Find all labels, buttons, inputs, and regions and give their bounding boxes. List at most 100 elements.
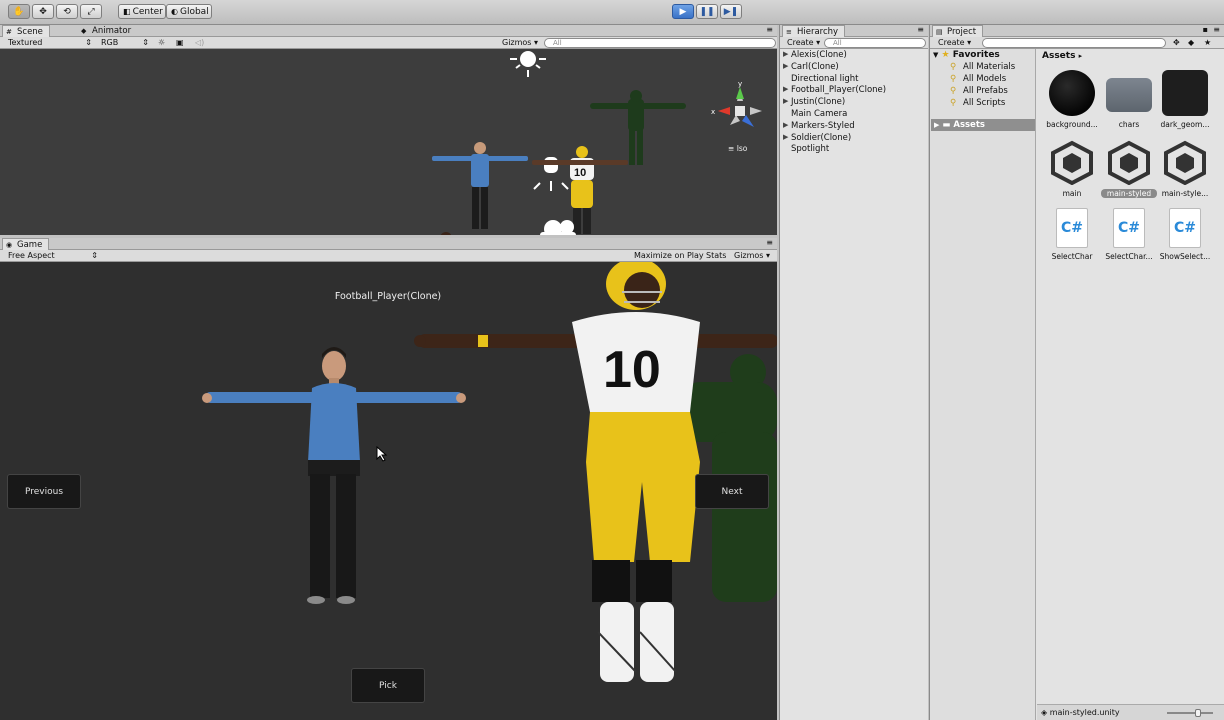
project-tabbar: ▤ Project ▪ ≡ — [930, 25, 1224, 38]
lighting-toggle-icon[interactable]: ☼ — [158, 38, 165, 48]
favorite-item[interactable]: ⚲ All Scripts — [950, 98, 1005, 108]
game-viewport[interactable]: 10 Football_Player(Clone) Previous Next … — [0, 262, 777, 720]
previous-button[interactable]: Previous — [7, 474, 81, 509]
filter-type-icon[interactable]: ✥ — [1173, 38, 1180, 48]
star-icon[interactable]: ★ — [1204, 38, 1211, 48]
expand-arrow-icon[interactable]: ▶ — [783, 85, 788, 93]
expand-arrow-icon[interactable]: ▶ — [783, 97, 788, 105]
status-file-label: ◈ main-styled.unity — [1041, 708, 1120, 717]
next-button[interactable]: Next — [695, 474, 769, 509]
hierarchy-item[interactable]: Main Camera — [791, 109, 847, 119]
panel-menu-icon[interactable]: ≡ — [917, 25, 924, 34]
rotate-icon: ⟲ — [63, 6, 71, 17]
globe-icon: ◐ — [171, 7, 178, 16]
assets-folder-item[interactable]: ▶ ▬ Assets — [931, 119, 1035, 131]
asset-item[interactable]: C# ShowSelect... — [1157, 208, 1213, 261]
game-view-render: 10 — [202, 262, 777, 682]
asset-item[interactable]: main — [1044, 139, 1100, 198]
iso-label[interactable]: ≡ Iso — [728, 144, 747, 153]
project-search-input[interactable] — [982, 38, 1166, 48]
step-button[interactable]: ▶❚ — [720, 4, 742, 19]
hierarchy-item[interactable]: Spotlight — [791, 144, 829, 154]
pause-icon: ❚❚ — [699, 6, 715, 17]
hierarchy-item[interactable]: Markers-Styled — [791, 121, 855, 131]
slider-thumb[interactable] — [1195, 709, 1201, 717]
hierarchy-create-dropdown[interactable]: Create ▾ — [787, 38, 820, 48]
search-icon: ⚲ — [950, 86, 957, 96]
star-icon: ★ — [941, 50, 950, 60]
favorite-item[interactable]: ⚲ All Materials — [950, 62, 1015, 72]
hand-icon: ✋ — [13, 6, 25, 17]
color-mode-dropdown[interactable]: RGB ⇕ — [101, 38, 149, 48]
hierarchy-tabbar: ≡ Hierarchy ≡ — [780, 25, 928, 38]
scene-search-input[interactable]: All — [544, 38, 776, 48]
folder-icon: ▬ — [942, 120, 951, 130]
panel-menu-icon[interactable]: ≡ — [1213, 25, 1220, 34]
pick-button[interactable]: Pick — [351, 668, 425, 703]
asset-item[interactable]: main-styled — [1101, 139, 1157, 198]
play-button[interactable]: ▶ — [672, 4, 694, 19]
pause-button[interactable]: ❚❚ — [696, 4, 718, 19]
scene-gizmos-dropdown[interactable]: Gizmos ▾ — [502, 38, 538, 48]
expand-arrow-icon[interactable]: ▶ — [783, 133, 788, 141]
audio-toggle-icon[interactable]: ◁) — [195, 38, 204, 48]
hierarchy-item[interactable]: Directional light — [791, 74, 859, 84]
scene-controlbar: Textured ⇕ RGB ⇕ ☼ ▣ ◁) Gizmos ▾ All — [0, 37, 777, 49]
rotate-tool-button[interactable]: ⟲ — [56, 4, 78, 19]
material-icon — [1162, 70, 1208, 116]
panel-menu-icon[interactable]: ≡ — [766, 238, 773, 247]
hierarchy-item[interactable]: Justin(Clone) — [791, 97, 845, 107]
thumbnail-size-slider[interactable] — [1167, 709, 1213, 717]
asset-item[interactable]: dark_geom... — [1157, 70, 1213, 129]
image-toggle-icon[interactable]: ▣ — [176, 38, 184, 48]
unity-scene-icon — [1049, 139, 1095, 186]
alexis-figure — [440, 232, 452, 235]
asset-item[interactable]: C# SelectChar — [1044, 208, 1100, 261]
camera-gizmo — [540, 220, 576, 235]
svg-text:10: 10 — [574, 167, 586, 179]
expand-arrow-icon[interactable]: ▶ — [783, 121, 788, 129]
iso-icon: ≡ — [728, 144, 735, 153]
asset-item[interactable]: background... — [1044, 70, 1100, 129]
project-controlbar: Create ▾ ✥ ◆ ★ — [930, 37, 1224, 49]
favorite-item[interactable]: ⚲ All Models — [950, 74, 1006, 84]
game-tabbar: ◉ Game ≡ — [0, 238, 777, 251]
svg-text:x: x — [711, 108, 715, 116]
filter-label-icon[interactable]: ◆ — [1188, 38, 1194, 48]
maximize-on-play-toggle[interactable]: Maximize on Play — [632, 251, 706, 261]
asset-item[interactable]: chars — [1101, 70, 1157, 129]
hierarchy-item[interactable]: Soldier(Clone) — [791, 133, 851, 143]
unity-scene-icon — [1162, 139, 1208, 186]
expand-arrow-icon[interactable]: ▶ — [783, 50, 788, 58]
search-icon: ⚲ — [950, 74, 957, 84]
aspect-dropdown[interactable]: Free Aspect ⇕ — [8, 251, 98, 261]
render-mode-dropdown[interactable]: Textured ⇕ — [8, 38, 92, 48]
asset-item[interactable]: C# SelectChar... — [1101, 208, 1157, 261]
hierarchy-item[interactable]: Alexis(Clone) — [791, 50, 847, 60]
move-icon: ✥ — [39, 6, 47, 17]
unity-scene-icon — [1106, 139, 1152, 186]
panel-menu-icon[interactable]: ≡ — [766, 25, 773, 34]
directional-light-gizmo — [510, 51, 546, 77]
move-tool-button[interactable]: ✥ — [32, 4, 54, 19]
stats-toggle[interactable]: Stats — [704, 251, 728, 261]
project-tree — [930, 49, 1036, 720]
lock-icon[interactable]: ▪ — [1203, 25, 1208, 34]
tab-animator[interactable]: ◆ Animator — [78, 25, 137, 37]
scale-icon: ⤢ — [87, 6, 95, 17]
asset-item[interactable]: main-style... — [1157, 139, 1213, 198]
csharp-script-icon: C# — [1113, 208, 1145, 248]
scale-tool-button[interactable]: ⤢ — [80, 4, 102, 19]
game-gizmos-dropdown[interactable]: Gizmos ▾ — [732, 251, 772, 261]
hierarchy-item[interactable]: Carl(Clone) — [791, 62, 839, 72]
favorites-section[interactable]: ▼ ★ Favorites — [933, 50, 1000, 60]
hierarchy-search-input[interactable]: All — [824, 38, 926, 48]
hierarchy-item[interactable]: Football_Player(Clone) — [791, 85, 886, 95]
favorite-item[interactable]: ⚲ All Prefabs — [950, 86, 1008, 96]
project-create-dropdown[interactable]: Create ▾ — [938, 38, 971, 48]
hand-tool-button[interactable]: ✋ — [8, 4, 30, 19]
pivot-center-button[interactable]: ◧ Center — [118, 4, 166, 19]
global-space-button[interactable]: ◐ Global — [166, 4, 212, 19]
scene-viewport[interactable]: 10 y x ≡ Iso — [0, 49, 777, 235]
expand-arrow-icon[interactable]: ▶ — [783, 62, 788, 70]
